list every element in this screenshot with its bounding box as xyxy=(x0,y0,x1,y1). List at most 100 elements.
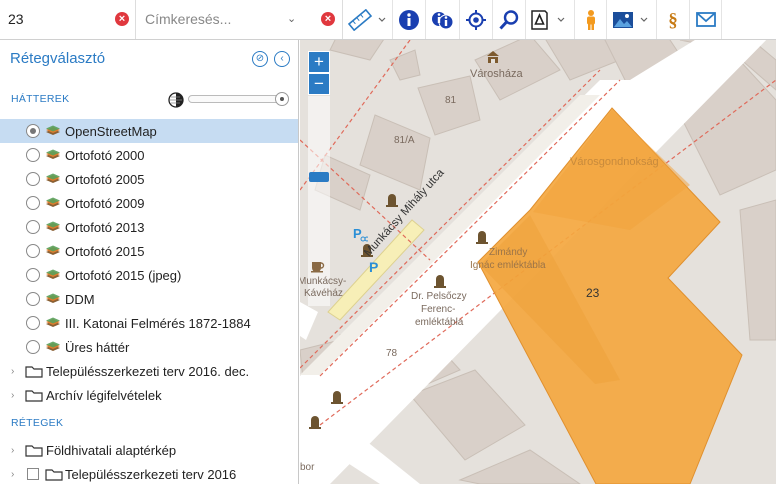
basemap-option[interactable]: Ortofotó 2009 xyxy=(0,191,298,215)
toolbar: × ⌄ × xyxy=(0,0,776,40)
measure-tool-button[interactable] xyxy=(346,0,390,39)
search-icon xyxy=(499,9,519,30)
expand-arrow-icon[interactable]: › xyxy=(11,390,14,401)
expand-arrow-icon[interactable]: › xyxy=(11,469,14,480)
parking-icon: P xyxy=(369,259,378,274)
folder-label: Archív légifelvételek xyxy=(46,387,162,403)
locate-button[interactable] xyxy=(461,0,491,39)
info-icon xyxy=(399,9,419,30)
basemap-option[interactable]: Ortofotó 2005 xyxy=(0,167,298,191)
basemap-radio[interactable] xyxy=(26,148,40,162)
folder-icon xyxy=(25,445,43,457)
mail-button[interactable] xyxy=(691,0,721,39)
tag-search-input[interactable] xyxy=(145,0,285,38)
basemap-radio[interactable] xyxy=(26,244,40,258)
basemap-option[interactable]: Ortofotó 2015 (jpeg) xyxy=(0,263,298,287)
background-folder[interactable]: › Településszerkezeti terv 2016. dec. xyxy=(0,359,298,383)
basemap-label: Ortofotó 2009 xyxy=(65,195,145,211)
basemap-label: Ortofotó 2015 (jpeg) xyxy=(65,267,182,283)
tag-search-box: ⌄ × xyxy=(137,0,343,39)
label-munkacsy-2: Kávéház xyxy=(304,288,343,299)
street-view-button[interactable] xyxy=(576,0,606,39)
search-tool-button[interactable] xyxy=(494,0,524,39)
bicycle-parking-icon: P xyxy=(353,226,368,242)
background-folder[interactable]: › Archív légifelvételek xyxy=(0,383,298,407)
basemap-label: Ortofotó 2015 xyxy=(65,243,145,259)
layers-icon xyxy=(46,269,60,279)
label-pelsoczy-3: emléktábla xyxy=(415,317,464,328)
pin-panel-icon[interactable]: ⊘ xyxy=(252,51,268,67)
basemap-label: DDM xyxy=(65,291,95,307)
basemap-radio[interactable] xyxy=(26,124,40,138)
label-parcel-23: 23 xyxy=(586,286,600,300)
multi-info-icon xyxy=(432,11,453,29)
basemap-label: OpenStreetMap xyxy=(65,123,157,139)
ruler-icon xyxy=(348,8,386,31)
map-view[interactable]: + − P P Városháza 81 81/A Városgondnoksá… xyxy=(300,40,776,484)
basemap-option[interactable]: Üres háttér xyxy=(0,335,298,359)
image-icon xyxy=(613,11,648,28)
layers-icon xyxy=(46,125,60,135)
basemap-option[interactable]: OpenStreetMap xyxy=(0,119,298,143)
basemap-option[interactable]: Ortofotó 2015 xyxy=(0,239,298,263)
print-button[interactable] xyxy=(527,0,571,39)
chevron-down-icon[interactable]: ⌄ xyxy=(287,12,296,25)
collapse-panel-icon[interactable]: ‹ xyxy=(274,51,290,67)
basemap-option[interactable]: Ortofotó 2013 xyxy=(0,215,298,239)
basemap-radio[interactable] xyxy=(26,172,40,186)
clear-tag-icon[interactable]: × xyxy=(321,12,335,26)
cafe-icon xyxy=(311,262,325,273)
basemap-option[interactable]: III. Katonai Felmérés 1872-1884 xyxy=(0,311,298,335)
basemap-label: Ortofotó 2013 xyxy=(65,219,145,235)
basemap-radio[interactable] xyxy=(26,340,40,354)
info-button[interactable] xyxy=(394,0,424,39)
layer-folder[interactable]: › Földhivatali alaptérkép xyxy=(0,438,298,462)
locate-icon xyxy=(466,9,486,30)
svg-text:§: § xyxy=(668,10,678,31)
basemap-radio[interactable] xyxy=(26,316,40,330)
backgrounds-heading: HÁTTEREK xyxy=(11,93,70,105)
label-pelsoczy-2: Ferenc- xyxy=(421,304,456,315)
search-box: × xyxy=(0,0,136,39)
folder-label: Településszerkezeti terv 2016. dec. xyxy=(46,363,250,379)
layers-icon xyxy=(46,149,60,159)
basemap-option[interactable]: DDM xyxy=(0,287,298,311)
layers-icon xyxy=(46,341,60,351)
label-zimandy-1: Zimándy xyxy=(489,247,528,258)
basemap-radio[interactable] xyxy=(26,292,40,306)
layers-icon xyxy=(46,197,60,207)
multi-info-button[interactable] xyxy=(427,0,457,39)
label-house-81a: 81/A xyxy=(394,135,415,146)
label-house-81: 81 xyxy=(445,95,457,106)
expand-arrow-icon[interactable]: › xyxy=(11,445,14,456)
expand-arrow-icon[interactable]: › xyxy=(11,366,14,377)
image-button[interactable] xyxy=(608,0,654,39)
layers-icon xyxy=(46,245,60,255)
opacity-slider[interactable] xyxy=(188,92,289,106)
zoom-in-button[interactable]: + xyxy=(308,51,330,73)
label-partial: bor xyxy=(300,462,315,473)
layer-panel: Rétegválasztó ⊘ ‹ HÁTTEREK OpenStreetMap… xyxy=(0,40,299,484)
basemap-radio[interactable] xyxy=(26,220,40,234)
legal-button[interactable]: § xyxy=(658,0,688,39)
layers-heading: RÉTEGEK xyxy=(11,417,64,429)
street-view-icon xyxy=(587,9,595,30)
label-house-78: 78 xyxy=(386,348,398,359)
opacity-slider-handle[interactable] xyxy=(275,92,289,106)
clear-search-icon[interactable]: × xyxy=(115,12,129,26)
memorial-icon xyxy=(434,275,446,288)
zoom-slider-handle[interactable] xyxy=(309,172,329,182)
zoom-out-button[interactable]: − xyxy=(308,73,330,95)
layer-folder[interactable]: › Településszerkezeti terv 2016 xyxy=(0,462,298,484)
label-varosgondnoksag: Városgondnokság xyxy=(570,156,659,168)
search-input[interactable] xyxy=(8,0,108,38)
layers-icon xyxy=(46,293,60,303)
layer-checkbox[interactable] xyxy=(27,468,39,480)
zoom-slider[interactable] xyxy=(308,96,330,306)
basemap-label: Üres háttér xyxy=(65,339,130,355)
basemap-radio[interactable] xyxy=(26,196,40,210)
basemap-radio[interactable] xyxy=(26,268,40,282)
basemap-option[interactable]: Ortofotó 2000 xyxy=(0,143,298,167)
zoom-control: + − xyxy=(308,51,330,95)
folder-label: Földhivatali alaptérkép xyxy=(46,442,177,458)
